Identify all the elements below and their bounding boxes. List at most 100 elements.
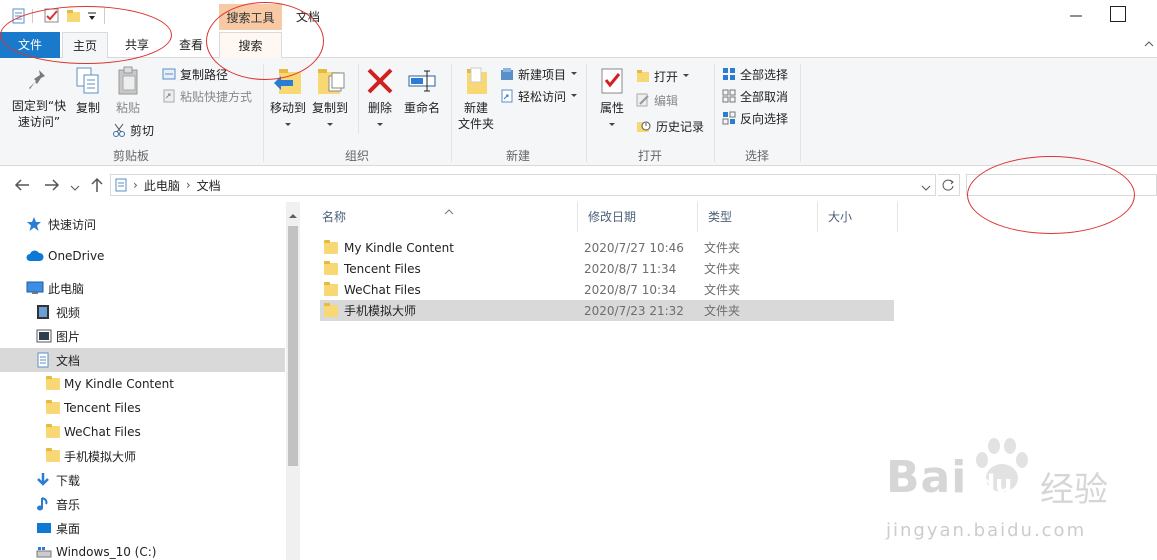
- clipboard-group-label: 剪贴板: [112, 149, 149, 163]
- nav-item-documents[interactable]: 文档: [0, 348, 285, 372]
- drive-icon: [36, 547, 52, 558]
- nav-item-downloads[interactable]: 下载: [0, 468, 285, 492]
- window-title: 文档: [296, 10, 321, 24]
- nav-item-onedrive[interactable]: OneDrive: [0, 244, 285, 268]
- open-button[interactable]: 打开: [636, 66, 690, 86]
- file-date: 2020/7/27 10:46: [584, 240, 684, 255]
- check-quick-icon[interactable]: [44, 8, 60, 27]
- properties-quick-icon[interactable]: [12, 8, 26, 27]
- document-icon: [115, 178, 127, 192]
- download-icon: [37, 473, 49, 486]
- nav-label: WeChat Files: [64, 425, 141, 439]
- invert-selection-label: 反向选择: [740, 111, 789, 126]
- file-row[interactable]: My Kindle Content 2020/7/27 10:46 文件夹: [320, 237, 894, 258]
- new-folder-button[interactable]: 新建 文件夹: [454, 66, 498, 132]
- invert-selection-button[interactable]: 反向选择: [722, 108, 788, 128]
- history-button[interactable]: 历史记录: [636, 116, 704, 136]
- nav-item-this-pc[interactable]: 此电脑: [0, 276, 285, 300]
- file-type: 文件夹: [704, 304, 741, 318]
- breadcrumb-this-pc[interactable]: 此电脑: [144, 177, 180, 194]
- properties-dropdown-icon: [609, 123, 615, 126]
- nav-scrollbar-thumb[interactable]: [288, 226, 298, 466]
- column-header-type[interactable]: 类型: [698, 202, 818, 232]
- cut-button[interactable]: 剪切: [112, 120, 154, 140]
- recent-locations-button[interactable]: [70, 181, 80, 195]
- address-bar[interactable]: › 此电脑 › 文档: [110, 174, 936, 196]
- baidu-watermark: Bai du 经验 jingyan.baidu.com: [880, 430, 1150, 550]
- paste-button[interactable]: 粘贴: [110, 66, 146, 116]
- copy-path-icon: [162, 68, 176, 80]
- nav-item-quick-access[interactable]: 快速访问: [0, 212, 285, 236]
- document-icon: [37, 352, 49, 368]
- column-header-date[interactable]: 修改日期: [578, 202, 698, 232]
- breadcrumb-documents[interactable]: 文档: [197, 177, 221, 194]
- customize-quick-access-icon[interactable]: [87, 10, 97, 24]
- invert-selection-icon: [722, 111, 736, 125]
- file-row-selected[interactable]: 手机模拟大师 2020/7/23 21:32 文件夹: [320, 300, 894, 321]
- delete-button[interactable]: 删除: [364, 66, 396, 132]
- nav-label: 此电脑: [48, 281, 85, 296]
- copy-path-button[interactable]: 复制路径: [162, 64, 228, 84]
- nav-item-folder[interactable]: Tencent Files: [0, 396, 285, 420]
- edit-button[interactable]: 编辑: [636, 90, 678, 110]
- forward-button[interactable]: [44, 178, 60, 195]
- scroll-up-icon[interactable]: [289, 208, 297, 222]
- refresh-button[interactable]: [938, 174, 960, 196]
- breadcrumb-separator-icon: ›: [133, 178, 138, 192]
- folder-icon: [324, 281, 338, 296]
- star-icon: [27, 217, 41, 231]
- tab-file[interactable]: 文件: [0, 32, 60, 58]
- column-header-size[interactable]: 大小: [818, 202, 898, 232]
- file-type: 文件夹: [704, 283, 741, 297]
- nav-label: Windows_10 (C:): [56, 545, 157, 559]
- nav-item-videos[interactable]: 视频: [0, 300, 285, 324]
- ribbon-separator: [586, 64, 587, 162]
- nav-label: 快速访问: [48, 217, 97, 232]
- tab-search[interactable]: 搜索: [219, 32, 282, 59]
- tab-share[interactable]: 共享: [112, 32, 162, 58]
- history-icon: [637, 121, 651, 132]
- nav-item-pictures[interactable]: 图片: [0, 324, 285, 348]
- nav-label: 音乐: [56, 497, 81, 512]
- tab-view[interactable]: 查看: [166, 32, 216, 58]
- edit-icon: [636, 93, 649, 107]
- new-folder-quick-icon[interactable]: [66, 9, 82, 26]
- rename-button[interactable]: 重命名: [402, 66, 442, 116]
- up-button[interactable]: [90, 177, 104, 196]
- new-item-dropdown-icon: [571, 72, 578, 75]
- nav-label: 文档: [56, 353, 81, 368]
- search-input[interactable]: [966, 174, 1157, 196]
- paste-shortcut-button[interactable]: 粘贴快捷方式: [162, 86, 252, 106]
- nav-item-music[interactable]: 音乐: [0, 492, 285, 516]
- watermark-url: jingyan.baidu.com: [886, 520, 1087, 541]
- select-none-button[interactable]: 全部取消: [722, 86, 788, 106]
- file-row[interactable]: Tencent Files 2020/8/7 11:34 文件夹: [320, 258, 894, 279]
- minimize-button[interactable]: [1066, 6, 1086, 26]
- easy-access-dropdown-icon: [571, 94, 578, 97]
- tab-home[interactable]: 主页: [62, 32, 108, 59]
- select-all-icon: [723, 68, 735, 80]
- edit-label: 编辑: [654, 93, 679, 108]
- address-dropdown-button[interactable]: [921, 181, 931, 195]
- nav-item-folder[interactable]: 手机模拟大师: [0, 444, 285, 468]
- copy-to-dropdown-icon: [327, 123, 333, 126]
- copy-to-button[interactable]: 复制到: [310, 66, 350, 132]
- column-header-name[interactable]: 名称: [312, 202, 578, 232]
- rename-label: 重命名: [403, 101, 440, 115]
- back-button[interactable]: [14, 178, 30, 195]
- nav-item-folder[interactable]: My Kindle Content: [0, 372, 285, 396]
- maximize-button[interactable]: [1110, 6, 1126, 22]
- properties-button[interactable]: 属性: [594, 66, 630, 132]
- new-item-button[interactable]: 新建项目: [500, 64, 578, 84]
- nav-item-drive-c[interactable]: Windows_10 (C:): [0, 540, 285, 560]
- nav-item-folder[interactable]: WeChat Files: [0, 420, 285, 444]
- nav-item-desktop[interactable]: 桌面: [0, 516, 285, 540]
- expand-ribbon-icon[interactable]: [1144, 38, 1154, 52]
- move-to-button[interactable]: 移动到: [268, 66, 308, 132]
- file-row[interactable]: WeChat Files 2020/8/7 10:34 文件夹: [320, 279, 894, 300]
- copy-button[interactable]: 复制: [72, 66, 104, 116]
- easy-access-button[interactable]: 轻松访问: [500, 86, 578, 106]
- select-all-button[interactable]: 全部选择: [722, 64, 788, 84]
- address-row: › 此电脑 › 文档: [0, 170, 1157, 200]
- pin-quick-access-button[interactable]: 固定到“快 速访问”: [8, 66, 70, 130]
